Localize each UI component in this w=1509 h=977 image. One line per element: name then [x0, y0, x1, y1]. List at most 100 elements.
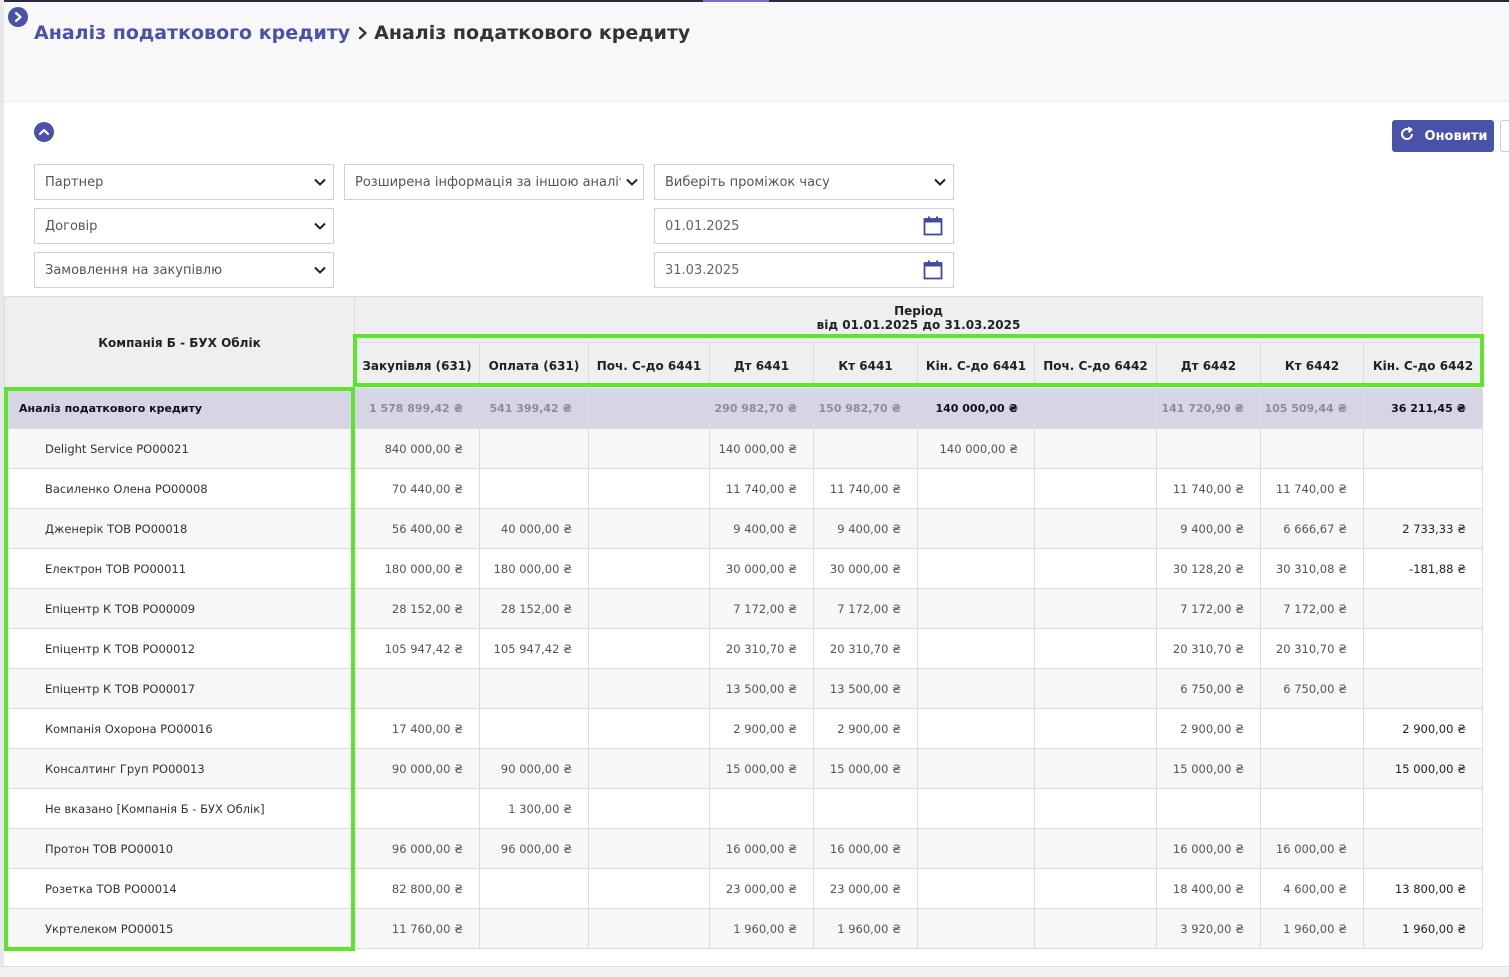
- table-cell: 40 000,00 ₴: [479, 508, 589, 549]
- column-header[interactable]: Дт 6441: [709, 342, 814, 389]
- row-header[interactable]: Компанія Охорона PO00016: [4, 708, 355, 749]
- row-header[interactable]: Дженерік ТОВ PO00018: [4, 508, 355, 549]
- row-header[interactable]: Не вказано [Компанія Б - БУХ Облік]: [4, 788, 355, 829]
- table-cell: 90 000,00 ₴: [354, 748, 480, 789]
- column-header[interactable]: Кін. С-до 6442: [1362, 342, 1484, 389]
- table-cell: 28 152,00 ₴: [354, 588, 480, 629]
- table-cell: 290 982,70 ₴: [709, 388, 814, 429]
- column-header[interactable]: Поч. С-до 6441: [588, 342, 710, 389]
- table-cell: [588, 748, 710, 789]
- collapse-filters-button[interactable]: [34, 122, 54, 142]
- table-cell: 23 000,00 ₴: [709, 868, 814, 909]
- table-cell: [1034, 428, 1157, 469]
- calendar-icon[interactable]: [913, 216, 953, 236]
- refresh-icon: [1399, 126, 1415, 146]
- table-cell: [588, 628, 710, 669]
- extended-analytics-select[interactable]: Розширена інформація за іншою аналітико: [344, 164, 644, 200]
- table-cell: 9 400,00 ₴: [1156, 508, 1261, 549]
- table-row[interactable]: Delight Service PO00021 840 000,00 ₴ 140 0…: [4, 428, 1484, 469]
- table-cell: 23 000,00 ₴: [813, 868, 918, 909]
- period-title: Період: [894, 304, 943, 318]
- row-header[interactable]: Епіцентр К ТОВ PO00012: [4, 628, 355, 669]
- table-cell: [1362, 628, 1484, 669]
- table-cell: [588, 388, 710, 429]
- table-cell: 16 000,00 ₴: [813, 828, 918, 869]
- table-row[interactable]: Укртелеком PO00015 11 760,00 ₴ 1 960,00 ₴ 1…: [4, 908, 1484, 949]
- period-select-label: Виберіть проміжок часу: [665, 174, 830, 190]
- table-cell: [479, 468, 589, 509]
- row-header[interactable]: Протон ТОВ PO00010: [4, 828, 355, 869]
- table-row[interactable]: Епіцентр К ТОВ PO00009 28 152,00 ₴ 28 152,…: [4, 588, 1484, 629]
- row-header[interactable]: Василенко Олена PO00008: [4, 468, 355, 509]
- calendar-icon[interactable]: [913, 260, 953, 280]
- row-header[interactable]: Укртелеком PO00015: [4, 908, 355, 949]
- row-header[interactable]: Консалтинг Груп PO00013: [4, 748, 355, 789]
- table-cell: 140 000,00 ₴: [917, 428, 1035, 469]
- chevron-down-icon: [307, 178, 333, 186]
- row-header[interactable]: Аналіз податкового кредиту: [4, 388, 355, 429]
- table-cell: 6 750,00 ₴: [1260, 668, 1364, 709]
- column-header[interactable]: Поч. С-до 6442: [1034, 342, 1157, 389]
- chevron-down-icon: [307, 222, 333, 230]
- table-cell: 105 509,44 ₴: [1260, 388, 1364, 429]
- table-cell: 20 310,70 ₴: [1260, 628, 1364, 669]
- more-actions-button[interactable]: [1500, 120, 1509, 152]
- table-cell: [479, 708, 589, 749]
- row-header[interactable]: Епіцентр К ТОВ PO00009: [4, 588, 355, 629]
- refresh-button[interactable]: Оновити: [1392, 120, 1494, 152]
- table-cell: [1260, 788, 1364, 829]
- row-header[interactable]: Delight Service PO00021: [4, 428, 355, 469]
- table-row[interactable]: Епіцентр К ТОВ PO00017 13 500,00 ₴ 13 500,…: [4, 668, 1484, 709]
- table-cell: 6 666,67 ₴: [1260, 508, 1364, 549]
- row-header[interactable]: Епіцентр К ТОВ PO00017: [4, 668, 355, 709]
- chevron-up-icon: [38, 126, 50, 138]
- total-row[interactable]: Аналіз податкового кредиту 1 578 899,42 …: [4, 388, 1484, 429]
- table-cell: [1034, 468, 1157, 509]
- table-cell: [1034, 628, 1157, 669]
- breadcrumb-parent-link[interactable]: Аналіз податкового кредиту: [34, 22, 350, 44]
- purchase-order-select[interactable]: Замовлення на закупівлю: [34, 252, 334, 288]
- table-cell: 70 440,00 ₴: [354, 468, 480, 509]
- table-row[interactable]: Епіцентр К ТОВ PO00012 105 947,42 ₴ 105 94…: [4, 628, 1484, 669]
- period-select[interactable]: Виберіть проміжок часу: [654, 164, 954, 200]
- contract-select[interactable]: Договір: [34, 208, 334, 244]
- column-header[interactable]: Оплата (631): [479, 342, 589, 389]
- table-row[interactable]: Василенко Олена PO00008 70 440,00 ₴ 11 740…: [4, 468, 1484, 509]
- table-cell: 2 900,00 ₴: [709, 708, 814, 749]
- table-cell: [588, 668, 710, 709]
- table-cell: [813, 428, 918, 469]
- sidebar-toggle-button[interactable]: [8, 7, 28, 27]
- table-row[interactable]: Електрон ТОВ PO00011 180 000,00 ₴ 180 000,…: [4, 548, 1484, 589]
- period-range: від 01.01.2025 до 31.03.2025: [816, 318, 1021, 332]
- table-row[interactable]: Не вказано [Компанія Б - БУХ Облік] 1 300…: [4, 788, 1484, 829]
- table-row[interactable]: Розетка ТОВ PO00014 82 800,00 ₴ 23 000,00 …: [4, 868, 1484, 909]
- extended-analytics-select-label: Розширена інформація за іншою аналітико: [355, 174, 621, 190]
- table-row[interactable]: Компанія Охорона PO00016 17 400,00 ₴ 2 900…: [4, 708, 1484, 749]
- table-cell: 1 960,00 ₴: [813, 908, 918, 949]
- row-header[interactable]: Розетка ТОВ PO00014: [4, 868, 355, 909]
- date-to-input[interactable]: 31.03.2025: [654, 252, 954, 288]
- table-row[interactable]: Протон ТОВ PO00010 96 000,00 ₴ 96 000,00 ₴…: [4, 828, 1484, 869]
- date-from-input[interactable]: 01.01.2025: [654, 208, 954, 244]
- column-header[interactable]: Кт 6441: [813, 342, 918, 389]
- table-cell: 7 172,00 ₴: [813, 588, 918, 629]
- column-header[interactable]: Закупівля (631): [354, 342, 480, 389]
- table-cell: 140 000,00 ₴: [709, 428, 814, 469]
- table-cell: [1034, 388, 1157, 429]
- table-cell: [1034, 708, 1157, 749]
- partner-select[interactable]: Партнер: [34, 164, 334, 200]
- table-cell: [917, 748, 1035, 789]
- purchase-order-select-label: Замовлення на закупівлю: [45, 262, 223, 278]
- table-row[interactable]: Консалтинг Груп PO00013 90 000,00 ₴ 90 000…: [4, 748, 1484, 789]
- period-header[interactable]: Період від 01.01.2025 до 31.03.2025: [353, 296, 1484, 343]
- row-header[interactable]: Електрон ТОВ PO00011: [4, 548, 355, 589]
- column-header[interactable]: Дт 6442: [1156, 342, 1261, 389]
- table-cell: [588, 868, 710, 909]
- table-cell: [917, 668, 1035, 709]
- column-header[interactable]: Кт 6442: [1260, 342, 1364, 389]
- table-row[interactable]: Дженерік ТОВ PO00018 56 400,00 ₴ 40 000,00…: [4, 508, 1484, 549]
- table-cell: [1034, 788, 1157, 829]
- table-cell: [1034, 508, 1157, 549]
- column-header[interactable]: Кін. С-до 6441: [917, 342, 1035, 389]
- table-cell: 1 578 899,42 ₴: [354, 388, 480, 429]
